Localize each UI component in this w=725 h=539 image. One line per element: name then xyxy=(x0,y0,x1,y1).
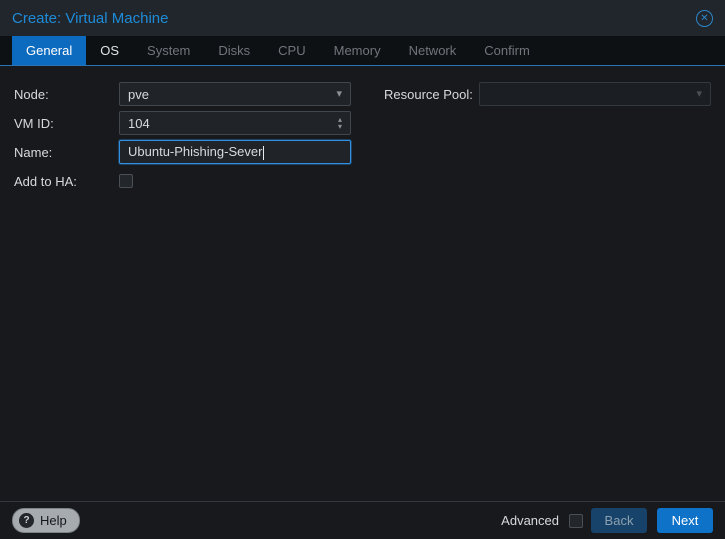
chevron-down-icon[interactable]: ▾ xyxy=(330,88,342,100)
help-icon: ? xyxy=(19,513,34,528)
dialog-title: Create: Virtual Machine xyxy=(12,9,169,27)
vmid-spinner[interactable]: ▴ ▾ xyxy=(332,116,342,131)
vmid-stepper[interactable]: 104 ▴ ▾ xyxy=(119,111,351,135)
help-button-label: Help xyxy=(40,513,67,528)
next-button[interactable]: Next xyxy=(657,508,713,533)
text-caret xyxy=(263,145,265,160)
back-button[interactable]: Back xyxy=(591,508,647,533)
node-value: pve xyxy=(128,86,149,102)
tab-system[interactable]: System xyxy=(133,36,204,65)
vmid-value: 104 xyxy=(128,115,150,131)
name-input[interactable]: Ubuntu-Phishing-Sever xyxy=(119,140,351,164)
resource-pool-row: Resource Pool: ▾ xyxy=(384,82,711,106)
ha-row: Add to HA: xyxy=(14,169,370,193)
form-right-column: Resource Pool: ▾ xyxy=(370,82,711,501)
node-select[interactable]: pve ▾ xyxy=(119,82,351,106)
tab-disks[interactable]: Disks xyxy=(204,36,264,65)
name-label: Name: xyxy=(14,144,53,160)
wizard-tabbar: General OS System Disks CPU Memory Netwo… xyxy=(0,36,725,66)
chevron-down-icon: ▾ xyxy=(696,87,702,100)
tab-os[interactable]: OS xyxy=(86,36,133,65)
form-left-column: Node: pve ▾ VM ID: 104 ▴ ▾ Name: Ubuntu-… xyxy=(14,82,370,501)
tab-memory[interactable]: Memory xyxy=(320,36,395,65)
vmid-row: VM ID: 104 ▴ ▾ xyxy=(14,111,370,135)
ha-label: Add to HA: xyxy=(14,173,77,189)
advanced-checkbox[interactable] xyxy=(569,513,583,528)
help-button[interactable]: ? Help xyxy=(12,508,80,533)
tab-confirm[interactable]: Confirm xyxy=(470,36,544,65)
advanced-label: Advanced xyxy=(501,513,559,528)
tab-network[interactable]: Network xyxy=(395,36,471,65)
add-to-ha-checkbox[interactable] xyxy=(119,174,133,188)
dialog-footer: ? Help Advanced Back Next xyxy=(0,501,725,539)
create-vm-dialog: Create: Virtual Machine ✕ General OS Sys… xyxy=(0,0,725,539)
node-row: Node: pve ▾ xyxy=(14,82,370,106)
node-label: Node: xyxy=(14,86,49,102)
spinner-down-icon[interactable]: ▾ xyxy=(338,123,342,131)
name-row: Name: Ubuntu-Phishing-Sever xyxy=(14,140,370,164)
vmid-label: VM ID: xyxy=(14,115,54,131)
name-value: Ubuntu-Phishing-Sever xyxy=(128,144,342,160)
name-text: Ubuntu-Phishing-Sever xyxy=(128,144,263,160)
dialog-titlebar: Create: Virtual Machine ✕ xyxy=(0,0,725,36)
resource-pool-label: Resource Pool: xyxy=(384,86,473,102)
general-form: Node: pve ▾ VM ID: 104 ▴ ▾ Name: Ubuntu-… xyxy=(0,66,725,501)
close-icon[interactable]: ✕ xyxy=(696,9,713,27)
tab-cpu[interactable]: CPU xyxy=(264,36,319,65)
tab-general[interactable]: General xyxy=(12,36,87,65)
resource-pool-select: ▾ xyxy=(479,82,711,106)
